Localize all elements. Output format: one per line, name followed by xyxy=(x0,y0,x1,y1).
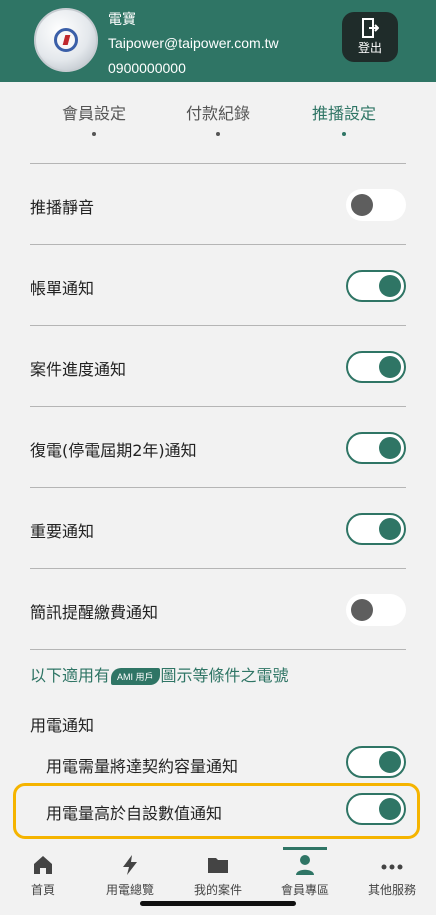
nav-usage-overview[interactable]: 用電總覽 xyxy=(90,853,170,898)
setting-label: 帳單通知 xyxy=(30,279,95,298)
important-notification-toggle[interactable] xyxy=(346,513,406,545)
bill-notification-toggle[interactable] xyxy=(346,270,406,302)
avatar xyxy=(34,8,98,72)
setting-row-push-mute: 推播靜音 xyxy=(30,164,406,244)
nav-label: 會員專區 xyxy=(280,883,329,897)
folder-icon xyxy=(178,853,258,879)
setting-row-bill: 帳單通知 xyxy=(30,245,406,325)
ami-note: 以下適用有 AMI 用戶 圖示等條件之電號 xyxy=(30,662,289,686)
tab-label: 推播設定 xyxy=(311,104,376,123)
case-progress-toggle[interactable] xyxy=(346,351,406,383)
electricity-section-title: 用電通知 xyxy=(30,716,95,735)
active-indicator xyxy=(283,847,327,850)
setting-row-demand-capacity: 用電需量將達契約容量通知 xyxy=(46,739,406,789)
tab-dot xyxy=(92,132,96,136)
profile-header: 電寶 Taipower@taipower.com.tw 0900000000 登… xyxy=(0,0,436,82)
tab-dot xyxy=(342,132,346,136)
ami-note-suffix: 圖示等條件之電號 xyxy=(160,666,289,685)
nav-label: 我的案件 xyxy=(193,883,242,897)
setting-label: 重要通知 xyxy=(30,522,95,541)
user-name: 電寶 xyxy=(108,12,136,28)
nav-label: 用電總覽 xyxy=(105,883,154,897)
push-mute-toggle[interactable] xyxy=(346,189,406,221)
tab-payment-records[interactable]: 付款紀錄 xyxy=(168,100,268,136)
tab-label: 會員設定 xyxy=(61,104,126,123)
lightning-icon xyxy=(90,853,170,879)
settings-tabs: 會員設定 付款紀錄 推播設定 xyxy=(0,90,436,140)
nav-label: 首頁 xyxy=(30,883,55,897)
demand-capacity-toggle[interactable] xyxy=(346,746,406,778)
nav-label: 其他服務 xyxy=(367,883,416,897)
taipower-logo-icon xyxy=(54,28,78,52)
nav-member-area[interactable]: 會員專區 xyxy=(265,847,345,898)
setting-row-sms-payment: 簡訊提醒繳費通知 xyxy=(30,569,406,649)
user-phone: 0900000000 xyxy=(108,60,186,76)
tab-push-settings[interactable]: 推播設定 xyxy=(294,100,394,136)
tab-member-settings[interactable]: 會員設定 xyxy=(44,100,144,136)
nav-my-cases[interactable]: 我的案件 xyxy=(178,853,258,898)
tab-label: 付款紀錄 xyxy=(185,104,250,123)
restore-power-toggle[interactable] xyxy=(346,432,406,464)
setting-label: 案件進度通知 xyxy=(30,360,127,379)
tab-dot xyxy=(216,132,220,136)
logout-button[interactable]: 登出 xyxy=(342,12,398,62)
setting-row-important: 重要通知 xyxy=(30,488,406,568)
home-indicator xyxy=(140,901,296,906)
sms-payment-toggle[interactable] xyxy=(346,594,406,626)
user-email: Taipower@taipower.com.tw xyxy=(108,35,279,51)
more-icon xyxy=(352,853,432,879)
logout-label: 登出 xyxy=(357,41,382,55)
setting-label: 復電(停電屆期2年)通知 xyxy=(30,441,197,460)
ami-note-prefix: 以下適用有 xyxy=(30,666,111,685)
nav-other-services[interactable]: 其他服務 xyxy=(352,853,432,898)
ami-user-badge: AMI 用戶 xyxy=(111,668,160,685)
highlight-box xyxy=(13,783,420,839)
setting-label: 用電需量將達契約容量通知 xyxy=(46,757,239,776)
setting-row-case-progress: 案件進度通知 xyxy=(30,326,406,406)
home-icon xyxy=(3,853,83,879)
setting-row-restore-power: 復電(停電屆期2年)通知 xyxy=(30,407,406,487)
nav-home[interactable]: 首頁 xyxy=(3,853,83,898)
setting-label: 簡訊提醒繳費通知 xyxy=(30,603,159,622)
logout-icon xyxy=(362,18,379,38)
person-icon xyxy=(265,853,345,879)
setting-label: 推播靜音 xyxy=(30,198,95,217)
divider xyxy=(30,649,406,650)
